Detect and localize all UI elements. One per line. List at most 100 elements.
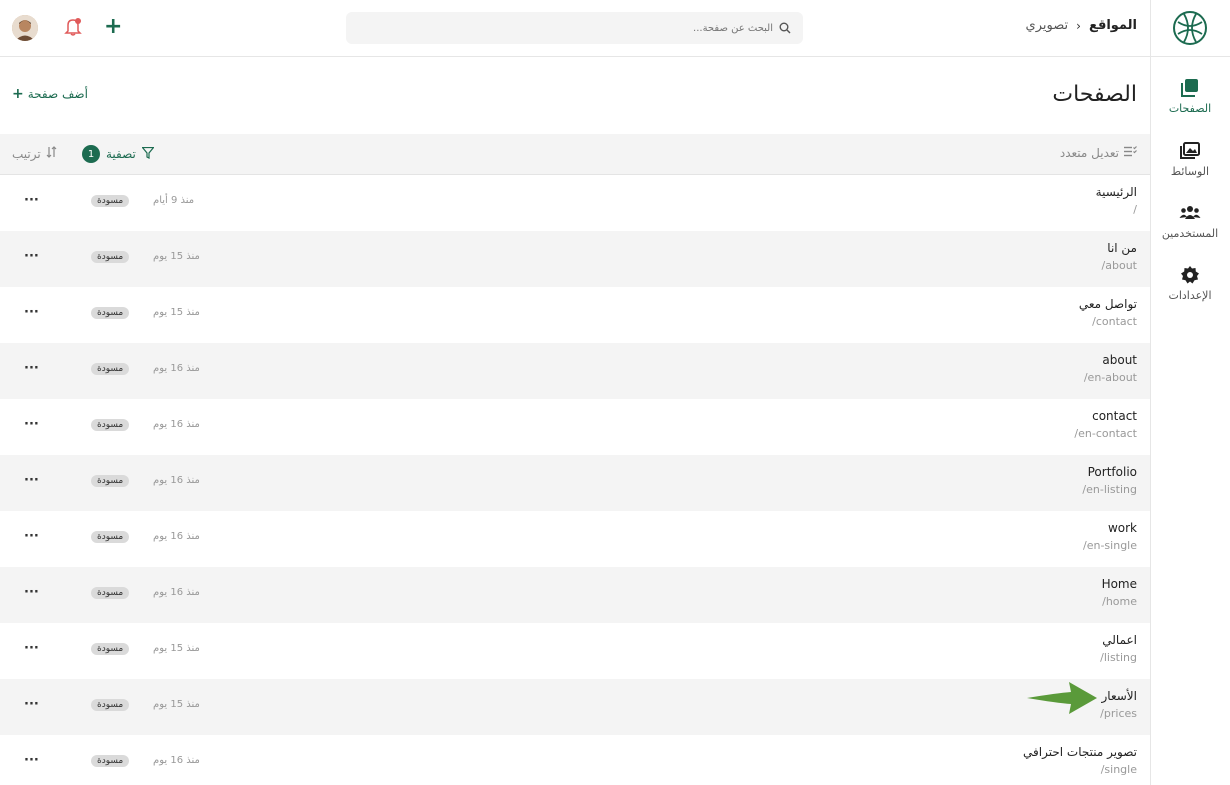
rail-item-settings[interactable]: الإعدادات [1150, 264, 1230, 302]
page-title-cell[interactable]: Home [1102, 577, 1137, 591]
row-menu-button[interactable]: ··· [24, 193, 39, 208]
page-slug: /prices [1100, 707, 1137, 720]
page-updated-time: منذ 15 يوم [153, 307, 200, 318]
rail-item-label: الوسائط [1170, 165, 1210, 178]
row-menu-button[interactable]: ··· [24, 697, 39, 712]
row-menu-button[interactable]: ··· [24, 361, 39, 376]
page-title-cell[interactable]: contact [1092, 409, 1137, 423]
sort-label: ترتيب [12, 146, 41, 161]
page-updated-time: منذ 15 يوم [153, 643, 200, 654]
page-slug: /en-listing [1082, 483, 1137, 496]
page-slug: /en-about [1083, 371, 1137, 384]
page-title-cell[interactable]: تواصل معي [1079, 297, 1137, 311]
row-menu-button[interactable]: ··· [24, 753, 39, 768]
breadcrumb-current[interactable]: تصويري [1026, 18, 1069, 33]
row-menu-button[interactable]: ··· [24, 417, 39, 432]
search-bar[interactable] [346, 12, 803, 44]
page-updated-time: منذ 16 يوم [153, 531, 200, 542]
row-menu-button[interactable]: ··· [24, 305, 39, 320]
table-row[interactable]: تصوير منتجات احترافي /single منذ 16 يوم … [0, 735, 1150, 785]
logo-globe-icon [1173, 11, 1207, 45]
page-slug: /contact [1092, 315, 1137, 328]
page-updated-time: منذ 16 يوم [153, 363, 200, 374]
status-badge: مسودة [91, 251, 130, 263]
sort-icon [46, 146, 57, 161]
row-menu-button[interactable]: ··· [24, 641, 39, 656]
filter-count-badge: 1 [82, 145, 100, 163]
page-updated-time: منذ 16 يوم [153, 755, 200, 766]
table-row[interactable]: about /en-about منذ 16 يوم مسودة ··· [0, 343, 1150, 399]
table-row[interactable]: الأسعار /prices منذ 15 يوم مسودة ··· [0, 679, 1150, 735]
filter-icon [141, 146, 155, 162]
list-toolbar: تعديل متعدد تصفية 1 ترتيب [0, 134, 1150, 175]
page-slug: /en-single [1083, 539, 1137, 552]
page-updated-time: منذ 16 يوم [153, 475, 200, 486]
user-avatar[interactable] [12, 15, 38, 41]
rail-item-label: الصفحات [1168, 102, 1212, 115]
top-bar: + المواقع ‹ تصويري [0, 0, 1150, 57]
filter-button[interactable]: تصفية 1 [82, 145, 155, 163]
breadcrumb-root[interactable]: المواقع [1089, 18, 1137, 33]
filter-label: تصفية [106, 147, 136, 161]
table-row[interactable]: تواصل معي /contact منذ 15 يوم مسودة ··· [0, 287, 1150, 343]
page-slug: /about [1101, 259, 1137, 272]
page-updated-time: منذ 15 يوم [153, 699, 200, 710]
table-row[interactable]: contact /en-contact منذ 16 يوم مسودة ··· [0, 399, 1150, 455]
status-badge: مسودة [91, 531, 130, 543]
page-title-cell[interactable]: about [1102, 353, 1137, 367]
users-icon [1179, 202, 1201, 224]
table-row[interactable]: Portfolio /en-listing منذ 16 يوم مسودة ·… [0, 455, 1150, 511]
page-slug: /listing [1100, 651, 1137, 664]
page-updated-time: منذ 16 يوم [153, 419, 200, 430]
status-badge: مسودة [91, 643, 130, 655]
media-icon [1180, 140, 1200, 162]
page-slug: /single [1100, 763, 1137, 776]
row-menu-button[interactable]: ··· [24, 473, 39, 488]
status-badge: مسودة [91, 363, 130, 375]
create-plus-icon[interactable]: + [104, 16, 122, 38]
page-updated-time: منذ 16 يوم [153, 587, 200, 598]
bulk-edit-icon [1124, 146, 1137, 160]
rail-item-users[interactable]: المستخدمين [1150, 202, 1230, 240]
page-title-cell[interactable]: من انا [1107, 241, 1137, 255]
status-badge: مسودة [91, 755, 130, 767]
status-badge: مسودة [91, 699, 130, 711]
page-title-cell[interactable]: تصوير منتجات احترافي [1023, 745, 1137, 759]
table-row[interactable]: الرئيسية / منذ 9 أيام مسودة ··· [0, 175, 1150, 231]
add-page-button[interactable]: أضف صفحة + [12, 86, 88, 102]
add-page-label: أضف صفحة [27, 87, 88, 101]
status-badge: مسودة [91, 419, 130, 431]
page-title-cell[interactable]: Portfolio [1088, 465, 1137, 479]
page-title-cell[interactable]: الأسعار [1102, 689, 1137, 703]
page-slug: /en-contact [1074, 427, 1137, 440]
notifications-bell-icon[interactable] [64, 17, 82, 37]
page-slug: /home [1102, 595, 1137, 608]
page-title-cell[interactable]: work [1108, 521, 1137, 535]
table-row[interactable]: work /en-single منذ 16 يوم مسودة ··· [0, 511, 1150, 567]
row-menu-button[interactable]: ··· [24, 529, 39, 544]
app-logo[interactable] [1150, 0, 1230, 57]
rail-item-media[interactable]: الوسائط [1150, 140, 1230, 178]
status-badge: مسودة [91, 195, 130, 207]
table-row[interactable]: اعمالي /listing منذ 15 يوم مسودة ··· [0, 623, 1150, 679]
plus-icon: + [12, 86, 24, 102]
bulk-edit-label: تعديل متعدد [1059, 146, 1119, 160]
pages-icon [1180, 77, 1200, 99]
row-menu-button[interactable]: ··· [24, 585, 39, 600]
page-title-cell[interactable]: اعمالي [1102, 633, 1137, 647]
breadcrumb: المواقع ‹ تصويري [1026, 18, 1137, 33]
bulk-edit-button[interactable]: تعديل متعدد [1060, 146, 1137, 160]
gear-icon [1180, 264, 1200, 286]
table-row[interactable]: من انا /about منذ 15 يوم مسودة ··· [0, 231, 1150, 287]
rail-item-label: الإعدادات [1168, 289, 1212, 302]
chevron-left-icon: ‹ [1076, 18, 1081, 33]
sort-button[interactable]: ترتيب [12, 146, 57, 161]
table-row[interactable]: Home /home منذ 16 يوم مسودة ··· [0, 567, 1150, 623]
status-badge: مسودة [91, 475, 130, 487]
annotation-arrow-icon [1027, 680, 1099, 720]
search-input[interactable] [573, 22, 773, 34]
status-badge: مسودة [91, 307, 130, 319]
page-title-cell[interactable]: الرئيسية [1096, 185, 1137, 199]
rail-item-pages[interactable]: الصفحات [1150, 77, 1230, 115]
row-menu-button[interactable]: ··· [24, 249, 39, 264]
